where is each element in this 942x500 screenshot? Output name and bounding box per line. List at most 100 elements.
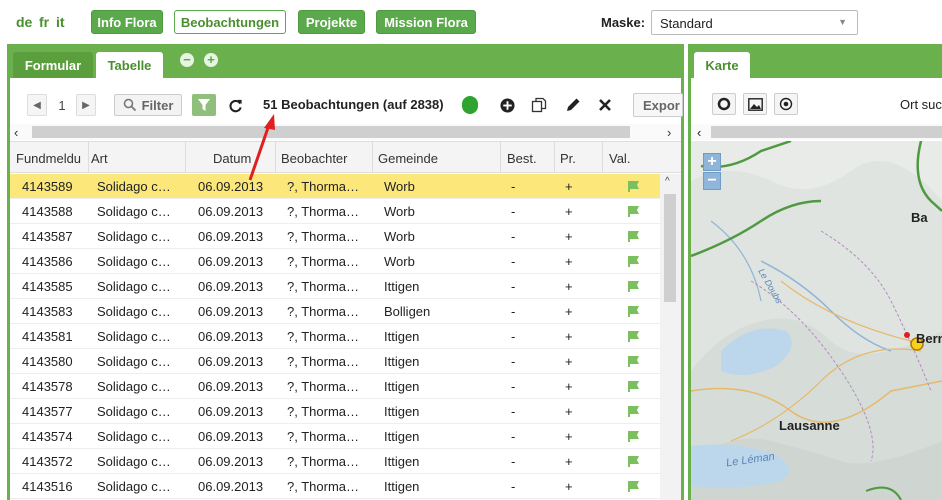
place-search-label[interactable]: Ort such bbox=[900, 97, 942, 112]
validation-flag-icon[interactable] bbox=[627, 305, 641, 317]
map-image-button[interactable] bbox=[743, 93, 767, 115]
mission-flora-button[interactable]: Mission Flora bbox=[376, 10, 476, 34]
validation-flag-icon[interactable] bbox=[627, 205, 641, 217]
table-row[interactable]: 4143588 Solidago c… 06.09.2013 ?, Thorma… Wo… bbox=[10, 199, 660, 224]
validation-flag-icon[interactable] bbox=[627, 230, 641, 242]
cell-art: Solidago c… bbox=[97, 479, 171, 494]
column-divider bbox=[500, 142, 501, 173]
col-beobachter[interactable]: Beobachter bbox=[281, 151, 348, 166]
vertical-scroll-thumb[interactable] bbox=[664, 194, 676, 302]
tab-tabelle[interactable]: Tabelle bbox=[96, 52, 163, 78]
map-layer-button[interactable] bbox=[712, 93, 736, 115]
validation-flag-icon[interactable] bbox=[627, 430, 641, 442]
projekte-button[interactable]: Projekte bbox=[298, 10, 365, 34]
col-best[interactable]: Best. bbox=[507, 151, 537, 166]
table-row[interactable]: 4143587 Solidago c… 06.09.2013 ?, Thorma… Wo… bbox=[10, 224, 660, 249]
zoom-out-button[interactable]: − bbox=[703, 172, 721, 190]
table-row[interactable]: 4143586 Solidago c… 06.09.2013 ?, Thorma… Wo… bbox=[10, 249, 660, 274]
scroll-right-icon[interactable]: › bbox=[667, 125, 671, 140]
lang-it[interactable]: it bbox=[56, 14, 65, 30]
beobachtungen-button[interactable]: Beobachtungen bbox=[174, 10, 286, 34]
scroll-up-icon[interactable]: ^ bbox=[665, 176, 670, 187]
copy-button[interactable] bbox=[528, 94, 550, 116]
validation-flag-icon[interactable] bbox=[627, 405, 641, 417]
map-horizontal-scrollbar[interactable]: ‹ bbox=[691, 124, 942, 140]
validation-flag-icon[interactable] bbox=[627, 355, 641, 367]
table-row[interactable]: 4143516 Solidago c… 06.09.2013 ?, Thorma… It… bbox=[10, 474, 660, 499]
tab-formular[interactable]: Formular bbox=[13, 52, 93, 78]
edit-button[interactable] bbox=[562, 94, 584, 116]
cell-gemeinde: Ittigen bbox=[384, 379, 420, 394]
prev-page-button[interactable]: ◀ bbox=[27, 94, 47, 116]
lang-fr[interactable]: fr bbox=[39, 14, 49, 30]
col-val[interactable]: Val. bbox=[609, 151, 630, 166]
col-fundmeldung[interactable]: Fundmeldu bbox=[16, 151, 81, 166]
funnel-filter-button[interactable] bbox=[192, 94, 216, 116]
map-label-bern: Bern bbox=[916, 331, 942, 346]
cell-pr: + bbox=[565, 429, 573, 444]
validation-flag-icon[interactable] bbox=[627, 255, 641, 267]
cell-art: Solidago c… bbox=[97, 354, 171, 369]
collapse-minus-icon[interactable]: − bbox=[180, 53, 194, 67]
filter-button[interactable]: Filter bbox=[114, 94, 182, 116]
delete-button[interactable] bbox=[594, 94, 616, 116]
cell-art: Solidago c… bbox=[97, 454, 171, 469]
cell-best: - bbox=[511, 479, 516, 494]
map-scroll-left-icon[interactable]: ‹ bbox=[697, 125, 701, 140]
microphone-button[interactable] bbox=[462, 94, 478, 116]
maske-select[interactable]: Standard ▼ bbox=[651, 10, 858, 35]
col-gemeinde[interactable]: Gemeinde bbox=[378, 151, 438, 166]
validation-flag-icon[interactable] bbox=[627, 455, 641, 467]
cell-datum: 06.09.2013 bbox=[198, 229, 264, 244]
cell-art: Solidago c… bbox=[97, 329, 171, 344]
cell-best: - bbox=[511, 254, 516, 269]
cell-fundmeldung: 4143581 bbox=[22, 329, 73, 344]
map-scroll-thumb[interactable] bbox=[711, 126, 942, 138]
validation-flag-icon[interactable] bbox=[627, 480, 641, 492]
table-row[interactable]: 4143574 Solidago c… 06.09.2013 ?, Thorma… It… bbox=[10, 424, 660, 449]
cell-datum: 06.09.2013 bbox=[198, 354, 264, 369]
cell-fundmeldung: 4143589 bbox=[22, 179, 73, 194]
tab-karte[interactable]: Karte bbox=[694, 52, 750, 78]
cell-datum: 06.09.2013 bbox=[198, 254, 264, 269]
col-art[interactable]: Art bbox=[91, 151, 108, 166]
add-button[interactable] bbox=[496, 94, 518, 116]
cell-beobachter: ?, Thorma… bbox=[287, 179, 360, 194]
zoom-in-button[interactable]: + bbox=[703, 153, 721, 171]
table-row[interactable]: 4143578 Solidago c… 06.09.2013 ?, Thorma… It… bbox=[10, 374, 660, 399]
validation-flag-icon[interactable] bbox=[627, 180, 641, 192]
col-pr[interactable]: Pr. bbox=[560, 151, 576, 166]
table-row[interactable]: 4143589 Solidago c… 06.09.2013?, Thorma… Wo… bbox=[10, 174, 660, 199]
cell-beobachter: ?, Thorma… bbox=[287, 454, 360, 469]
table-row[interactable]: 4143572 Solidago c… 06.09.2013 ?, Thorma… It… bbox=[10, 449, 660, 474]
table-row[interactable]: 4143580 Solidago c… 06.09.2013 ?, Thorma… It… bbox=[10, 349, 660, 374]
table-row[interactable]: 4143585 Solidago c… 06.09.2013 ?, Thorma… It… bbox=[10, 274, 660, 299]
cell-pr: + bbox=[565, 404, 573, 419]
column-divider bbox=[602, 142, 603, 173]
export-button[interactable]: Expor bbox=[633, 93, 683, 117]
map-view[interactable]: + − Ba Bern Lausanne Le Léman Le Doubs bbox=[691, 141, 942, 500]
cell-best: - bbox=[511, 204, 516, 219]
next-page-button[interactable]: ▶ bbox=[76, 94, 96, 116]
close-icon bbox=[599, 99, 611, 111]
table-row[interactable]: 4143583 Solidago c… 06.09.2013 ?, Thorma… Bo… bbox=[10, 299, 660, 324]
table-row[interactable]: 4143577 Solidago c… 06.09.2013 ?, Thorma… It… bbox=[10, 399, 660, 424]
cell-datum: 06.09.2013 bbox=[198, 429, 264, 444]
expand-plus-icon[interactable]: + bbox=[204, 53, 218, 67]
cell-fundmeldung: 4143577 bbox=[22, 404, 73, 419]
validation-flag-icon[interactable] bbox=[627, 330, 641, 342]
cell-datum: 06.09.2013 bbox=[198, 304, 264, 319]
refresh-icon bbox=[229, 99, 242, 112]
table-horizontal-scrollbar[interactable]: ‹ › bbox=[10, 124, 681, 140]
cell-fundmeldung: 4143516 bbox=[22, 479, 73, 494]
table-vertical-scrollbar[interactable]: ^ bbox=[660, 174, 681, 500]
table-row[interactable]: 4143581 Solidago c… 06.09.2013 ?, Thorma… It… bbox=[10, 324, 660, 349]
scroll-left-icon[interactable]: ‹ bbox=[14, 125, 18, 140]
info-flora-button[interactable]: Info Flora bbox=[91, 10, 163, 34]
validation-flag-icon[interactable] bbox=[627, 280, 641, 292]
scroll-thumb[interactable] bbox=[32, 126, 630, 138]
validation-flag-icon[interactable] bbox=[627, 380, 641, 392]
cell-gemeinde: Ittigen bbox=[384, 329, 420, 344]
map-locate-button[interactable] bbox=[774, 93, 798, 115]
lang-de[interactable]: de bbox=[16, 14, 32, 30]
